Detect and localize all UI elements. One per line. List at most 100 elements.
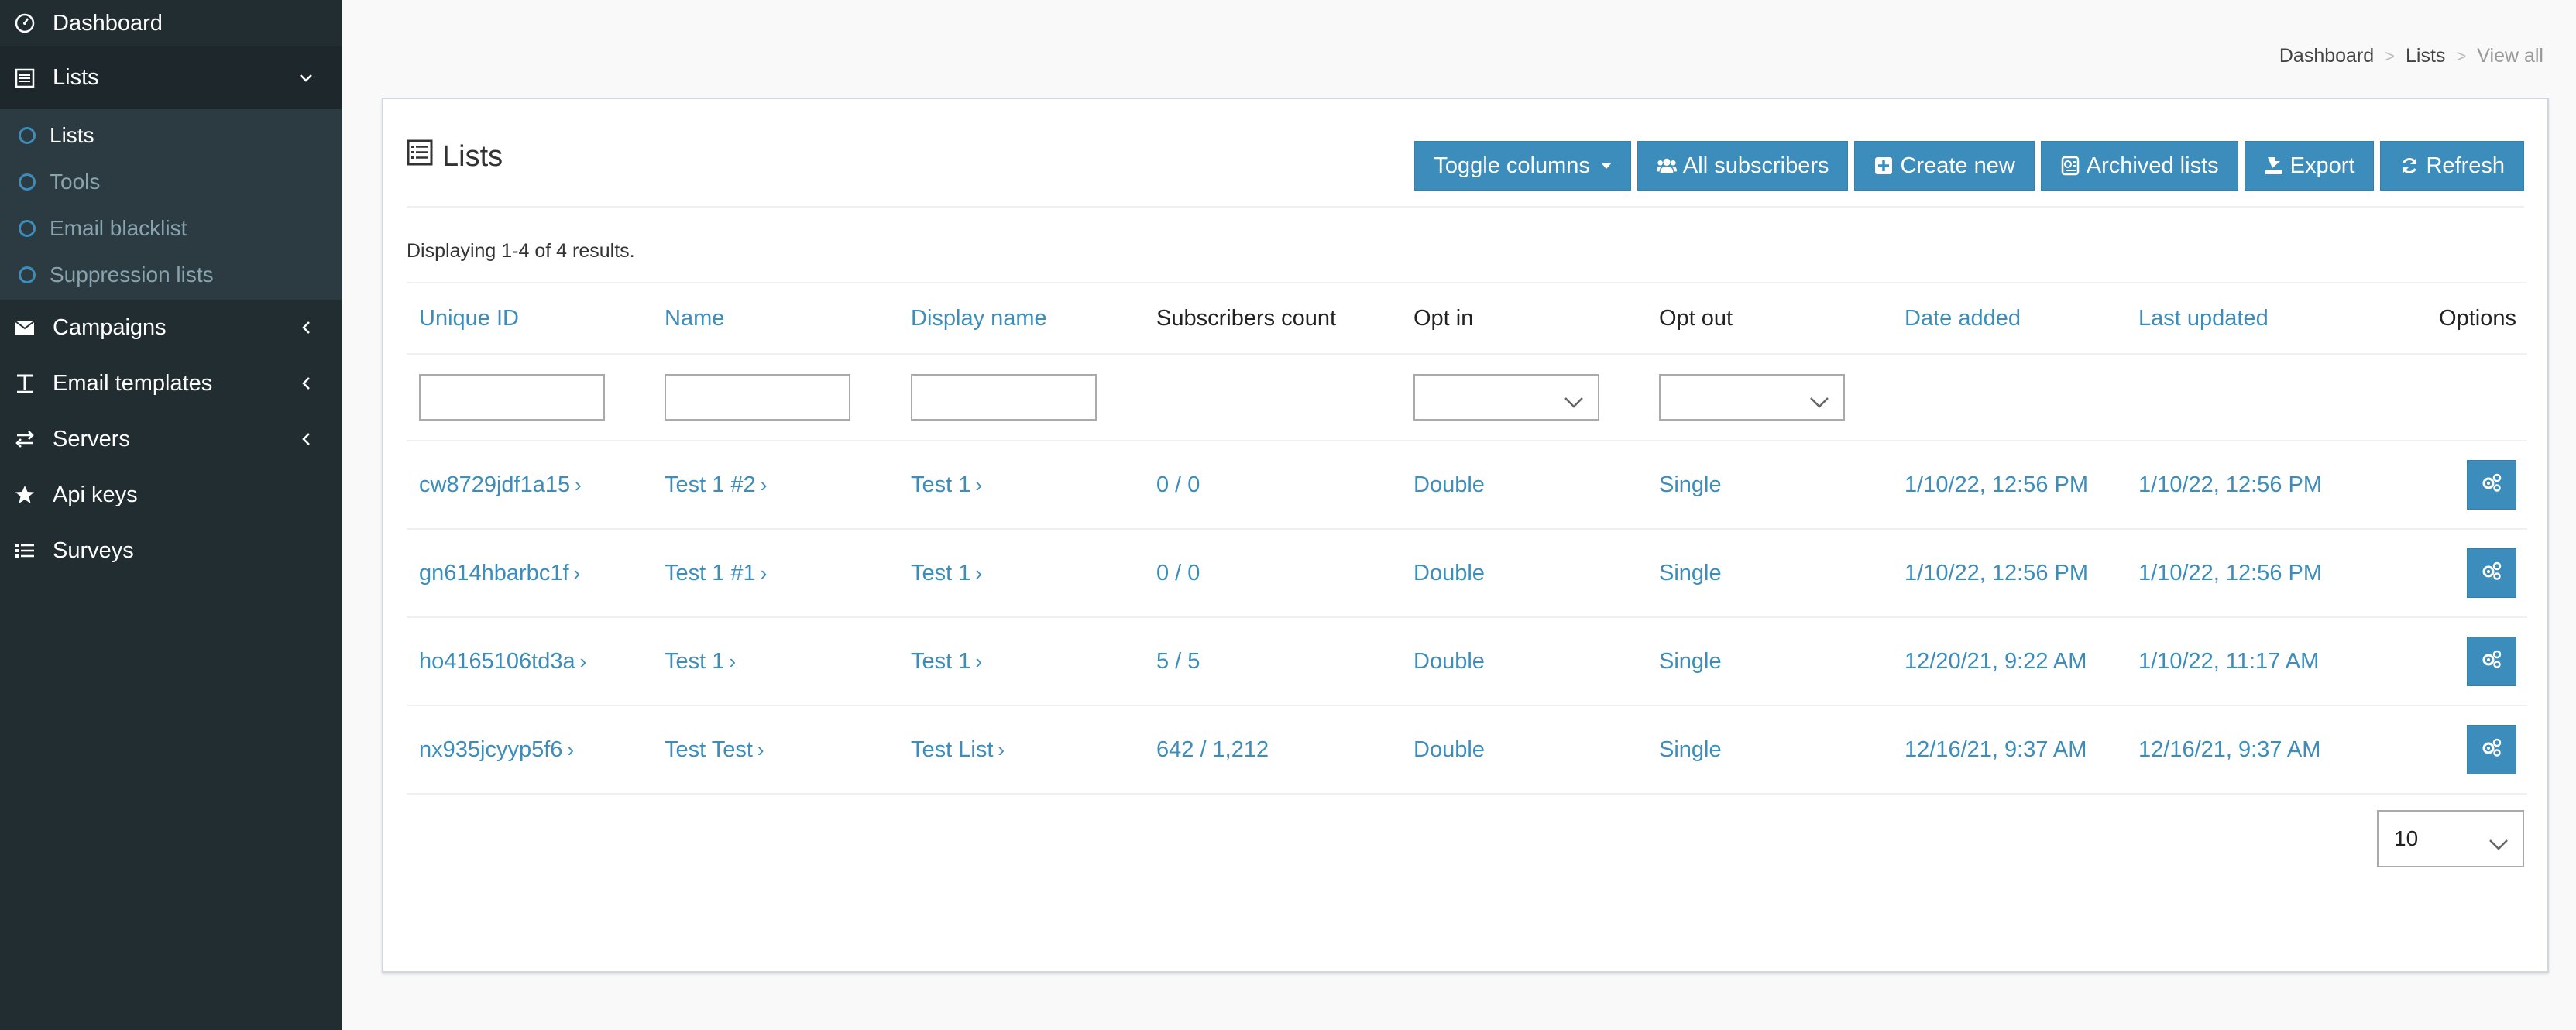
archived-lists-label: Archived lists <box>2086 153 2219 178</box>
cell-opt-out[interactable]: Single <box>1647 529 1892 618</box>
nav-surveys[interactable]: Surveys <box>0 523 342 579</box>
archive-icon <box>2060 156 2080 176</box>
cell-opt-in[interactable]: Double <box>1401 617 1647 706</box>
nav-campaigns[interactable]: Campaigns <box>0 300 342 355</box>
toggle-columns-label: Toggle columns <box>1434 153 1590 178</box>
cell-date-added[interactable]: 1/10/22, 12:56 PM <box>1892 441 2126 530</box>
sub-item-lists[interactable]: Lists <box>0 112 342 159</box>
display-name-link[interactable]: Test 1 <box>911 472 970 497</box>
cell-name[interactable]: Test Test › <box>652 706 898 795</box>
cell-name[interactable]: Test 1 › <box>652 617 898 706</box>
filter-opt-in-select[interactable] <box>1413 374 1599 421</box>
col-unique-id[interactable]: Unique ID <box>407 282 652 355</box>
col-options: Options <box>2379 282 2527 355</box>
breadcrumb-dashboard[interactable]: Dashboard <box>2279 45 2374 67</box>
cell-last-updated[interactable]: 12/16/21, 9:37 AM <box>2126 706 2379 795</box>
export-button[interactable]: Export <box>2244 141 2375 191</box>
circle-icon <box>19 127 36 144</box>
circle-icon <box>19 220 36 237</box>
chevron-right-icon: › <box>575 472 582 496</box>
name-link[interactable]: Test 1 <box>665 649 724 674</box>
col-display-name[interactable]: Display name <box>898 282 1144 355</box>
nav-email-templates[interactable]: Email templates <box>0 355 342 411</box>
text-icon <box>14 373 36 394</box>
lists-table: Unique ID Name Display name Subscribers … <box>407 282 2527 795</box>
chevron-right-icon: › <box>760 561 768 585</box>
refresh-button[interactable]: Refresh <box>2380 141 2524 191</box>
cell-last-updated[interactable]: 1/10/22, 11:17 AM <box>2126 617 2379 706</box>
options-button[interactable] <box>2467 725 2516 774</box>
list-ul-icon <box>14 540 36 561</box>
chevron-left-icon <box>298 431 314 447</box>
nav-dashboard[interactable]: Dashboard <box>0 0 342 46</box>
chevron-down-icon <box>298 70 314 86</box>
create-new-button[interactable]: Create new <box>1854 141 2035 191</box>
cell-subscribers-count[interactable]: 5 / 5 <box>1144 617 1401 706</box>
cell-date-added[interactable]: 1/10/22, 12:56 PM <box>1892 529 2126 618</box>
cell-date-added[interactable]: 12/16/21, 9:37 AM <box>1892 706 2126 795</box>
name-link[interactable]: Test 1 #1 <box>665 561 756 585</box>
options-button[interactable] <box>2467 637 2516 686</box>
col-date-added[interactable]: Date added <box>1892 282 2126 355</box>
sub-item-email-blacklist[interactable]: Email blacklist <box>0 205 342 252</box>
sub-item-label: Lists <box>50 123 94 147</box>
display-name-link[interactable]: Test List <box>911 737 993 762</box>
name-link[interactable]: Test 1 #2 <box>665 472 756 497</box>
archived-lists-button[interactable]: Archived lists <box>2040 141 2238 191</box>
nav-lists[interactable]: Lists <box>0 46 342 109</box>
cell-display-name[interactable]: Test 1 › <box>898 617 1144 706</box>
cell-opt-in[interactable]: Double <box>1401 441 1647 530</box>
cell-subscribers-count[interactable]: 0 / 0 <box>1144 529 1401 618</box>
unique-id-link[interactable]: gn614hbarbc1f <box>419 561 569 585</box>
filter-display-name-input[interactable] <box>911 374 1097 421</box>
options-button[interactable] <box>2467 460 2516 510</box>
unique-id-link[interactable]: nx935jcyyp5f6 <box>419 737 562 762</box>
display-name-link[interactable]: Test 1 <box>911 561 970 585</box>
nav-api-keys-label: Api keys <box>53 482 138 507</box>
cell-name[interactable]: Test 1 #1 › <box>652 529 898 618</box>
cell-subscribers-count[interactable]: 642 / 1,212 <box>1144 706 1401 795</box>
options-button[interactable] <box>2467 548 2516 598</box>
cell-last-updated[interactable]: 1/10/22, 12:56 PM <box>2126 529 2379 618</box>
cell-display-name[interactable]: Test 1 › <box>898 441 1144 530</box>
cell-subscribers-count[interactable]: 0 / 0 <box>1144 441 1401 530</box>
filter-opt-out-select[interactable] <box>1659 374 1845 421</box>
sub-item-tools[interactable]: Tools <box>0 159 342 205</box>
nav-servers-label: Servers <box>53 426 130 451</box>
cell-display-name[interactable]: Test 1 › <box>898 529 1144 618</box>
nav-servers[interactable]: Servers <box>0 411 342 467</box>
cell-unique-id[interactable]: nx935jcyyp5f6 › <box>407 706 652 795</box>
cell-unique-id[interactable]: cw8729jdf1a15 › <box>407 441 652 530</box>
sub-item-suppression-lists[interactable]: Suppression lists <box>0 252 342 298</box>
chevron-right-icon: › <box>975 561 983 585</box>
all-subscribers-button[interactable]: All subscribers <box>1637 141 1849 191</box>
cogs-icon <box>2481 472 2502 498</box>
col-name[interactable]: Name <box>652 282 898 355</box>
filter-name-input[interactable] <box>665 374 850 421</box>
nav-lists-label: Lists <box>53 65 99 90</box>
cell-date-added[interactable]: 12/20/21, 9:22 AM <box>1892 617 2126 706</box>
cell-unique-id[interactable]: ho4165106td3a › <box>407 617 652 706</box>
export-icon <box>2264 156 2284 176</box>
cell-opt-out[interactable]: Single <box>1647 617 1892 706</box>
cell-options <box>2379 441 2527 530</box>
toggle-columns-button[interactable]: Toggle columns <box>1414 141 1631 191</box>
chevron-right-icon: › <box>579 649 587 673</box>
cell-opt-in[interactable]: Double <box>1401 529 1647 618</box>
page-size-select[interactable]: 10 <box>2377 810 2524 867</box>
display-name-link[interactable]: Test 1 <box>911 649 970 674</box>
filter-unique-id-input[interactable] <box>419 374 605 421</box>
name-link[interactable]: Test Test <box>665 737 753 762</box>
cell-opt-in[interactable]: Double <box>1401 706 1647 795</box>
cell-last-updated[interactable]: 1/10/22, 12:56 PM <box>2126 441 2379 530</box>
cell-opt-out[interactable]: Single <box>1647 706 1892 795</box>
unique-id-link[interactable]: ho4165106td3a <box>419 649 575 674</box>
nav-api-keys[interactable]: Api keys <box>0 467 342 523</box>
cell-opt-out[interactable]: Single <box>1647 441 1892 530</box>
cell-name[interactable]: Test 1 #2 › <box>652 441 898 530</box>
cell-display-name[interactable]: Test List › <box>898 706 1144 795</box>
cell-unique-id[interactable]: gn614hbarbc1f › <box>407 529 652 618</box>
col-last-updated[interactable]: Last updated <box>2126 282 2379 355</box>
unique-id-link[interactable]: cw8729jdf1a15 <box>419 472 570 497</box>
breadcrumb-lists[interactable]: Lists <box>2406 45 2445 67</box>
